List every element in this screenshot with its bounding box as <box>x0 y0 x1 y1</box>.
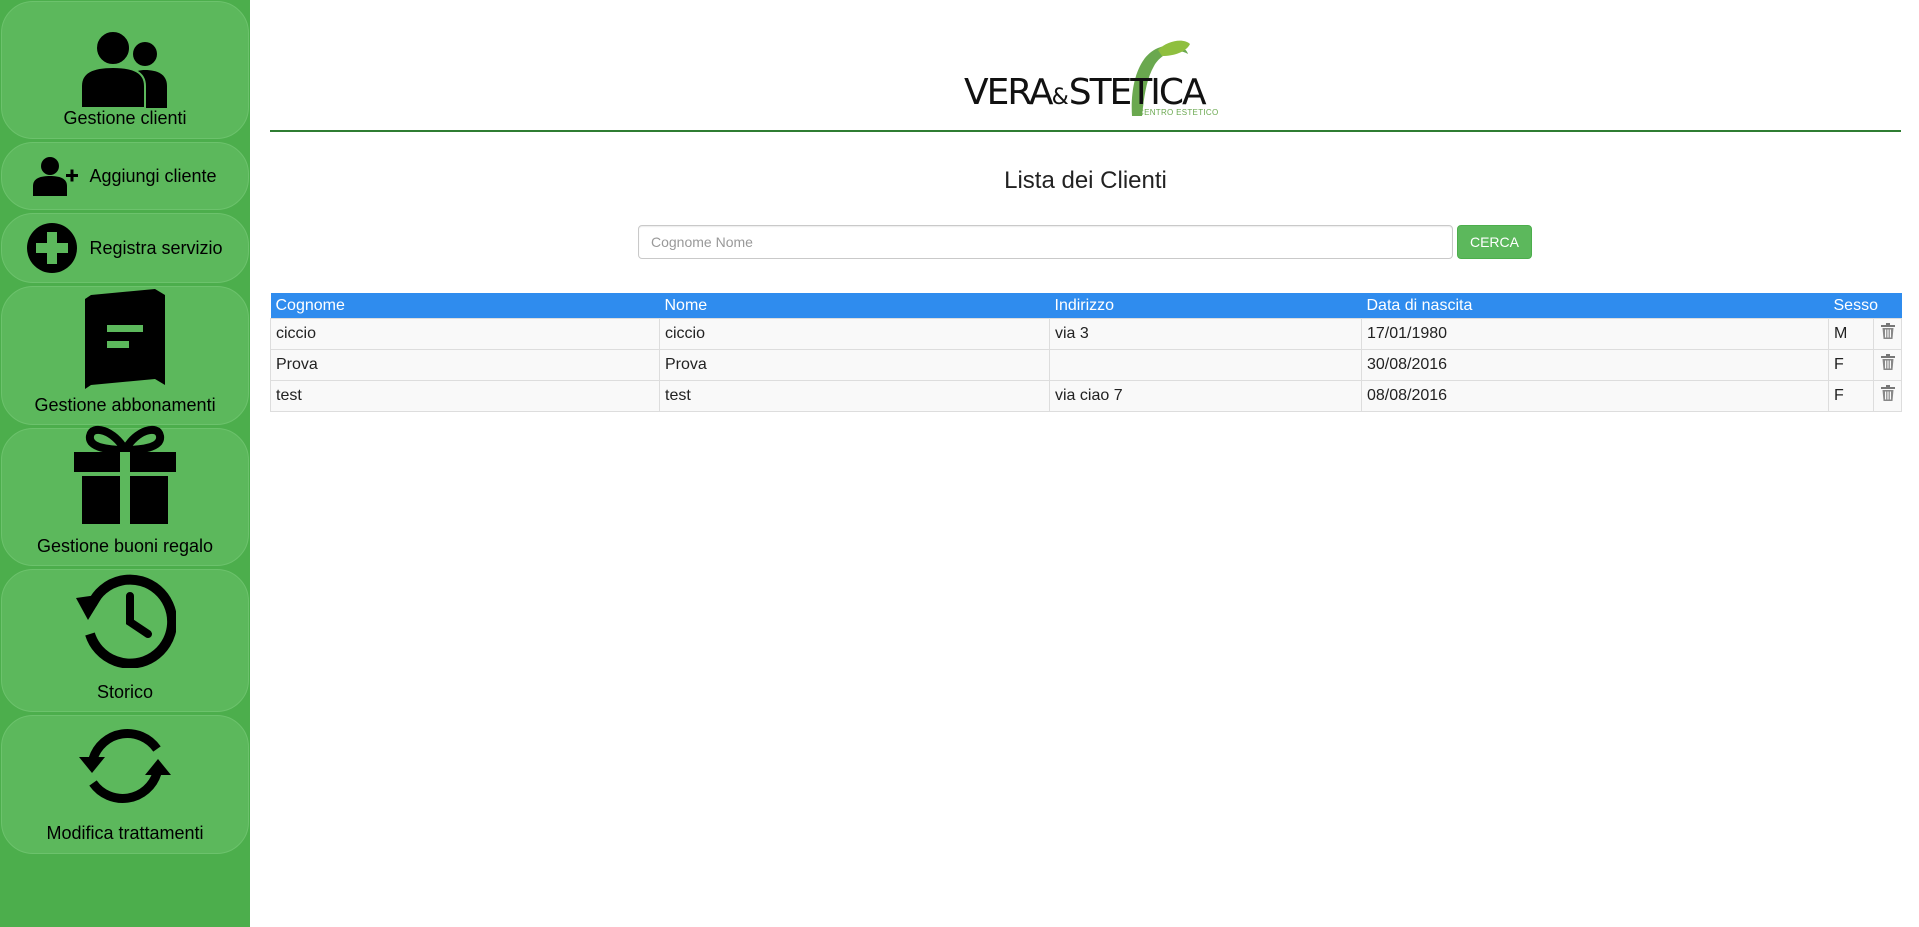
search-input[interactable] <box>638 225 1453 259</box>
sidebar-item-label: Gestione clienti <box>63 108 187 128</box>
logo-ampersand: & <box>1051 85 1069 110</box>
logo-word-2: STETICA <box>1068 72 1207 113</box>
column-header-cognome[interactable]: Cognome <box>270 293 660 318</box>
cell-sesso: M <box>1828 317 1874 350</box>
column-header-indirizzo[interactable]: Indirizzo <box>1049 293 1362 318</box>
table-header-row: Cognome Nome Indirizzo Data di nascita S… <box>270 293 1902 318</box>
cell-nome: test <box>659 379 1050 412</box>
sidebar-item-label: Gestione buoni regalo <box>36 536 214 556</box>
cell-cognome: test <box>270 379 660 412</box>
sidebar-item-label: Gestione abbonamenti <box>34 395 216 415</box>
column-header-sesso[interactable]: Sesso <box>1828 293 1878 318</box>
trash-icon[interactable] <box>1880 323 1895 344</box>
refresh-icon <box>75 721 175 811</box>
sidebar-item-label: Modifica trattamenti <box>46 823 204 843</box>
cell-cognome: ciccio <box>270 317 660 350</box>
brand-logo: VERA&STETICA CENTRO ESTETICO <box>960 36 1218 122</box>
cell-nome: ciccio <box>659 317 1050 350</box>
sidebar: Gestione clienti Aggiungi cliente Regist… <box>0 0 250 927</box>
sidebar-item-gestione-buoni-regalo[interactable]: Gestione buoni regalo <box>1 425 249 566</box>
trash-icon[interactable] <box>1880 354 1895 375</box>
table-row[interactable]: Prova Prova 30/08/2016 F <box>270 348 1902 381</box>
column-header-nome[interactable]: Nome <box>659 293 1050 318</box>
clients-table: Cognome Nome Indirizzo Data di nascita S… <box>270 293 1902 412</box>
table-row[interactable]: test test via ciao 7 08/08/2016 F <box>270 379 1902 412</box>
cell-indirizzo: via ciao 7 <box>1049 379 1362 412</box>
cell-actions <box>1873 317 1902 350</box>
logo-word: VERA <box>964 72 1054 113</box>
sidebar-item-storico[interactable]: Storico <box>1 569 249 712</box>
table-row[interactable]: ciccio ciccio via 3 17/01/1980 M <box>270 317 1902 350</box>
users-icon <box>79 30 171 108</box>
logo-text: VERA&STETICA <box>964 72 1207 113</box>
header-divider <box>270 130 1901 132</box>
sidebar-item-registra-servizio[interactable]: Registra servizio <box>1 213 249 283</box>
cell-indirizzo: via 3 <box>1049 317 1362 350</box>
cell-data-nascita: 08/08/2016 <box>1361 379 1829 412</box>
cell-actions <box>1873 379 1902 412</box>
sidebar-item-gestione-abbonamenti[interactable]: Gestione abbonamenti <box>1 286 249 425</box>
cell-data-nascita: 17/01/1980 <box>1361 317 1829 350</box>
cell-sesso: F <box>1828 348 1874 381</box>
trash-icon[interactable] <box>1880 385 1895 406</box>
plus-circle-icon <box>27 223 78 273</box>
sidebar-item-modifica-trattamenti[interactable]: Modifica trattamenti <box>1 715 249 854</box>
search-button[interactable]: CERCA <box>1457 225 1532 259</box>
logo-subtitle: CENTRO ESTETICO <box>1138 108 1219 117</box>
sidebar-item-aggiungi-cliente[interactable]: Aggiungi cliente <box>1 142 249 210</box>
sidebar-item-label: Aggiungi cliente <box>89 165 217 186</box>
cell-data-nascita: 30/08/2016 <box>1361 348 1829 381</box>
cell-nome: Prova <box>659 348 1050 381</box>
book-icon <box>83 289 167 389</box>
add-user-icon <box>33 156 79 196</box>
gift-icon <box>74 424 176 524</box>
cell-actions <box>1873 348 1902 381</box>
sidebar-item-label: Storico <box>96 682 154 702</box>
cell-indirizzo <box>1049 348 1362 381</box>
cell-cognome: Prova <box>270 348 660 381</box>
column-header-data-nascita[interactable]: Data di nascita <box>1361 293 1829 318</box>
sidebar-item-label: Registra servizio <box>89 237 223 258</box>
cell-sesso: F <box>1828 379 1874 412</box>
history-icon <box>74 572 176 668</box>
sidebar-item-gestione-clienti[interactable]: Gestione clienti <box>1 1 249 139</box>
page-title: Lista dei Clienti <box>1004 167 1167 194</box>
